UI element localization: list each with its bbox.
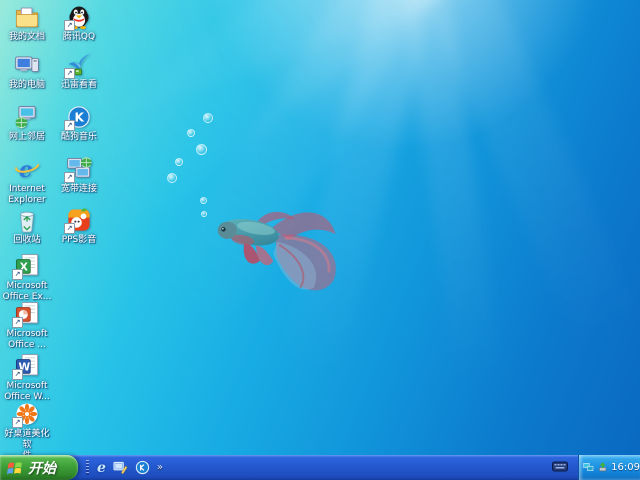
icon-label: 宽带连接 <box>60 184 97 194</box>
haozhuodao-flower-icon: ↗ <box>12 401 40 428</box>
windows-logo-icon <box>7 461 22 474</box>
shortcut-arrow-icon: ↗ <box>12 369 23 380</box>
kugou-music-icon: K ↗ <box>64 104 92 131</box>
bubble <box>167 173 177 183</box>
desktop-icon-xunlei[interactable]: ↗ 迅雷看看 <box>53 52 105 91</box>
desktop-icon-office-powerpoint[interactable]: ↗ Microsoft Office ... <box>1 301 53 351</box>
language-bar-keyboard-icon[interactable] <box>552 461 568 472</box>
internet-explorer-icon: e <box>14 156 40 182</box>
icon-label: Microsoft Office ... <box>6 329 48 350</box>
desktop-icon-tencent-qq[interactable]: ↗ 腾讯QQ <box>53 4 105 43</box>
system-tray: 16:09 <box>578 455 640 480</box>
bubble <box>203 113 213 123</box>
shortcut-arrow-icon: ↗ <box>64 68 75 79</box>
bubble <box>187 129 195 137</box>
show-desktop-icon[interactable] <box>113 460 128 475</box>
quick-launch: e » <box>86 455 163 480</box>
qq-penguin-icon: ↗ <box>64 4 92 31</box>
pps-player-icon: ↗ <box>64 207 92 234</box>
taskbar: 开始 e » 16:09 <box>0 455 640 480</box>
desktop-icon-my-computer[interactable]: 我的电脑 <box>1 52 53 91</box>
kugou-quick-launch-icon[interactable] <box>135 460 150 475</box>
word-icon: W ↗ <box>12 353 40 380</box>
my-computer-icon <box>14 52 40 78</box>
desktop-icon-network-places[interactable]: 网上邻居 <box>1 104 53 143</box>
shortcut-arrow-icon: ↗ <box>12 417 23 428</box>
shortcut-arrow-icon: ↗ <box>64 120 75 131</box>
quick-launch-overflow-chevron[interactable]: » <box>157 462 163 473</box>
shortcut-arrow-icon: ↗ <box>64 20 75 31</box>
kugou-letter: K <box>75 110 85 124</box>
network-places-icon <box>14 104 40 130</box>
shortcut-arrow-icon: ↗ <box>64 172 75 183</box>
quick-launch-ie-icon[interactable]: e <box>97 460 106 476</box>
icon-label: Internet Explorer <box>8 184 46 205</box>
desktop-icon-kugou-music[interactable]: K ↗ 酷狗音乐 <box>53 104 105 143</box>
icon-label: 回收站 <box>13 235 41 245</box>
bubble <box>196 144 207 155</box>
safely-remove-hardware-icon[interactable] <box>597 461 608 474</box>
network-tray-icon[interactable] <box>583 461 594 474</box>
start-button[interactable]: 开始 <box>0 455 78 480</box>
icon-label: PPS影音 <box>61 235 97 245</box>
icon-label: Microsoft Office W... <box>4 381 50 402</box>
desktop-icon-haozhuodao[interactable]: ↗ 好桌道美化软 件 <box>1 401 53 462</box>
betta-fish <box>217 211 336 291</box>
my-documents-icon <box>14 4 40 30</box>
desktop-icon-internet-explorer[interactable]: e Internet Explorer <box>1 156 53 206</box>
excel-icon: X ↗ <box>12 253 40 280</box>
desktop-icon-pps[interactable]: ↗ PPS影音 <box>53 207 105 246</box>
desktop: 我的文档 我的电脑 网上邻居 e Internet Explorer 回收站 X… <box>0 0 640 480</box>
recycle-bin-icon <box>14 207 40 233</box>
desktop-icon-office-word[interactable]: W ↗ Microsoft Office W... <box>1 353 53 403</box>
bubble <box>175 158 183 166</box>
broadband-connection-icon: ↗ <box>64 156 92 183</box>
shortcut-arrow-icon: ↗ <box>12 269 23 280</box>
icon-label: 腾讯QQ <box>62 32 96 42</box>
taskbar-clock[interactable]: 16:09 <box>611 462 640 473</box>
icon-label: 迅雷看看 <box>60 80 97 90</box>
icon-label: 我的文档 <box>8 32 45 42</box>
start-label: 开始 <box>28 460 56 477</box>
desktop-icon-my-documents[interactable]: 我的文档 <box>1 4 53 43</box>
quick-launch-grip[interactable] <box>86 460 89 475</box>
icon-label: Microsoft Office Ex... <box>2 281 52 302</box>
desktop-icon-recycle-bin[interactable]: 回收站 <box>1 207 53 246</box>
shortcut-arrow-icon: ↗ <box>12 317 23 328</box>
icon-label: 网上邻居 <box>8 132 45 142</box>
desktop-icon-office-excel[interactable]: X ↗ Microsoft Office Ex... <box>1 253 53 303</box>
icon-label: 酷狗音乐 <box>60 132 97 142</box>
desktop-icon-broadband-connection[interactable]: ↗ 宽带连接 <box>53 156 105 195</box>
icon-label: 我的电脑 <box>8 80 45 90</box>
shortcut-arrow-icon: ↗ <box>64 223 75 234</box>
powerpoint-icon: ↗ <box>12 301 40 328</box>
xunlei-bird-icon: ↗ <box>64 52 92 79</box>
